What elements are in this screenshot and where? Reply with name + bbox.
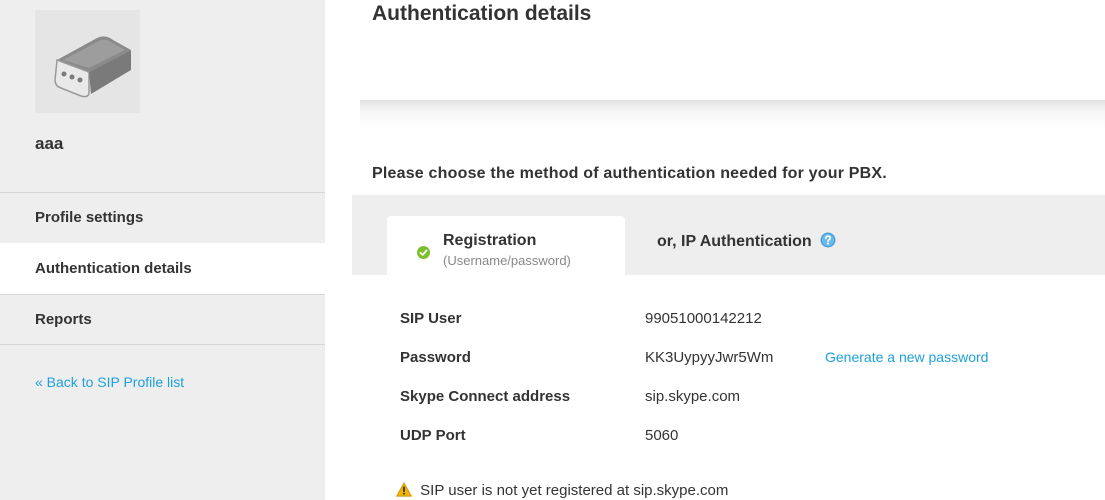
sip-user-label: SIP User <box>400 310 462 327</box>
password-label: Password <box>400 349 471 366</box>
skype-connect-address-label: Skype Connect address <box>400 388 571 405</box>
sidebar-item-reports[interactable]: Reports <box>0 294 325 345</box>
tab-registration-title: Registration <box>443 232 537 249</box>
page-title: Authentication details <box>372 2 592 25</box>
sidebar-item-profile-settings[interactable]: Profile settings <box>0 192 325 243</box>
sip-user-value: 99051000142212 <box>645 310 762 327</box>
back-to-sip-profile-list-link[interactable]: « Back to SIP Profile list <box>35 374 184 390</box>
warning-icon <box>396 482 412 497</box>
sidebar-item-authentication-details[interactable]: Authentication details <box>0 243 325 294</box>
check-icon <box>417 246 430 259</box>
registration-warning: SIP user is not yet registered at sip.sk… <box>396 482 728 499</box>
skype-connect-address-value: sip.skype.com <box>645 388 741 405</box>
tab-ip-authentication-label: or, IP Authentication <box>657 233 812 250</box>
section-instruction: Please choose the method of authenticati… <box>372 165 887 182</box>
warning-text: SIP user is not yet registered at sip.sk… <box>420 482 729 499</box>
tab-ip-authentication[interactable]: or, IP Authentication <box>657 232 836 251</box>
tab-registration[interactable]: Registration (Username/password) <box>387 216 625 276</box>
help-icon[interactable] <box>820 232 836 248</box>
sidebar: aaa Profile settings Authentication deta… <box>0 0 325 500</box>
password-value: KK3UypyyJwr5Wm <box>645 349 774 366</box>
tab-registration-subtitle: (Username/password) <box>443 253 571 268</box>
generate-new-password-link[interactable]: Generate a new password <box>825 349 988 365</box>
sip-device-icon <box>35 10 140 113</box>
profile-name: aaa <box>35 134 64 153</box>
sidebar-nav: Profile settings Authentication details … <box>0 192 325 345</box>
udp-port-value: 5060 <box>645 427 679 444</box>
header-divider <box>360 100 1105 130</box>
udp-port-label: UDP Port <box>400 427 466 444</box>
